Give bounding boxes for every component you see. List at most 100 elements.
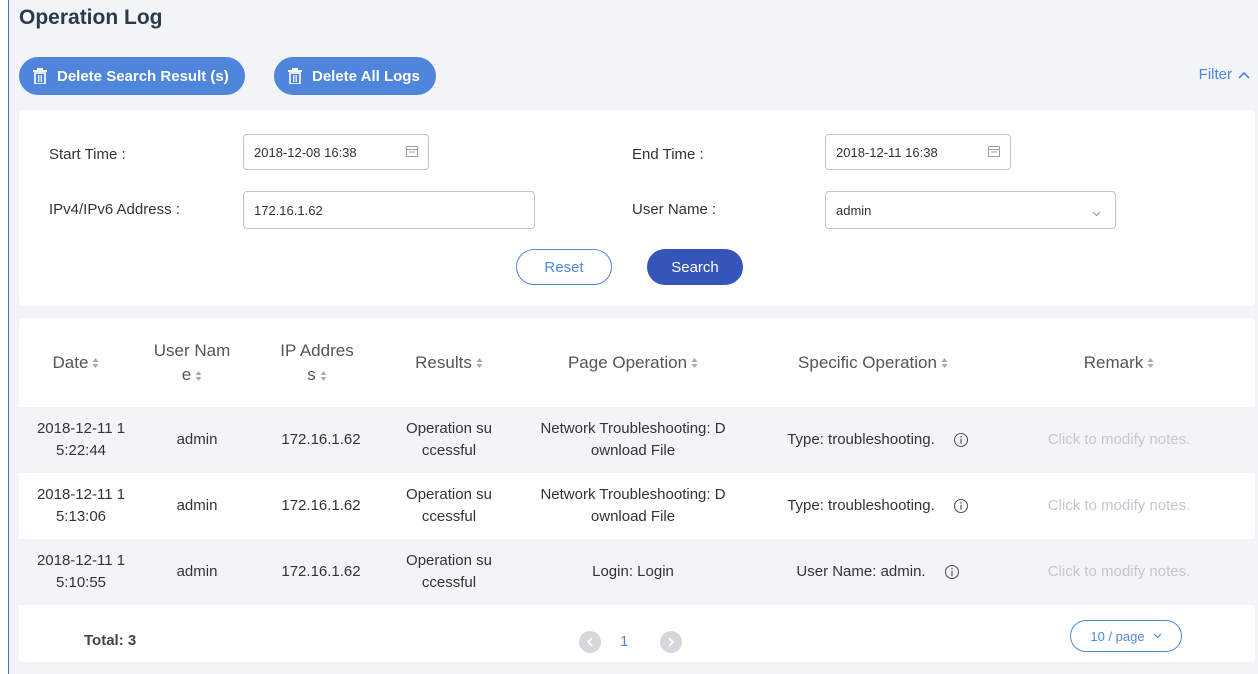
delete-search-result-label: Delete Search Result (s) (57, 67, 229, 85)
filter-toggle[interactable]: Filter (1199, 66, 1250, 83)
column-header-page-operation[interactable]: Page Operation (513, 318, 753, 408)
info-icon[interactable] (953, 498, 969, 514)
calendar-icon (988, 145, 1000, 160)
column-header-ip-line2: s (307, 365, 316, 384)
sort-icon (195, 370, 202, 381)
end-time-value: 2018-12-11 16:38 (836, 144, 938, 160)
prev-page-button[interactable] (579, 631, 601, 653)
column-header-user-name-line1: User Nam (153, 341, 231, 360)
sort-icon (691, 358, 698, 368)
start-time-input[interactable]: 2018-12-08 16:38 (243, 134, 429, 170)
sort-icon (476, 358, 483, 368)
cell-date-line2: 5:13:06 (55, 508, 107, 525)
cell-result-line2: ccessful (421, 442, 477, 459)
cell-page-operation-line1: Login: Login (592, 563, 674, 580)
table-row: 2018-12-11 1 5:10:55 admin 172.16.1.62 Op… (19, 539, 1255, 605)
start-time-label: Start Time : (49, 146, 126, 163)
cell-page-operation: Network Troubleshooting: D ownload File (513, 407, 753, 473)
sort-icon (941, 358, 948, 368)
trash-icon (288, 68, 302, 84)
end-time-label: End Time : (632, 146, 704, 163)
ip-address-label: IPv4/IPv6 Address : (49, 201, 180, 218)
cell-date: 2018-12-11 1 5:13:06 (19, 473, 143, 539)
column-header-remark[interactable]: Remark (1019, 318, 1219, 408)
chevron-left-icon (586, 637, 593, 647)
total-count: Total: 3 (84, 632, 137, 649)
filter-label: Filter (1198, 66, 1232, 83)
user-name-select[interactable]: admin (825, 191, 1116, 229)
page-size-value: 10 / page (1090, 628, 1145, 644)
cell-page-operation: Login: Login (513, 539, 753, 605)
cell-ip: 172.16.1.62 (281, 497, 361, 514)
cell-result-line2: ccessful (421, 508, 477, 525)
cell-date: 2018-12-11 1 5:22:44 (19, 407, 143, 473)
search-button[interactable]: Search (647, 249, 743, 285)
column-header-ip-address[interactable]: IP Addres s (261, 318, 373, 408)
sort-icon (92, 358, 99, 368)
filter-card: Start Time : 2018-12-08 16:38 End Time :… (19, 110, 1255, 306)
column-header-date[interactable]: Date (19, 318, 133, 408)
column-header-page-operation-label: Page Operation (567, 353, 688, 372)
cell-remark[interactable]: Click to modify notes. (1019, 407, 1219, 473)
table-row: 2018-12-11 1 5:13:06 admin 172.16.1.62 Op… (19, 473, 1255, 539)
delete-search-result-button[interactable]: Delete Search Result (s) (19, 57, 245, 95)
cell-user: admin (176, 497, 218, 514)
cell-user: admin (176, 563, 218, 580)
chevron-down-icon (1092, 205, 1101, 220)
cell-user: admin (176, 431, 218, 448)
column-header-specific-operation[interactable]: Specific Operation (763, 318, 983, 408)
sort-icon (1147, 358, 1154, 368)
cell-ip: 172.16.1.62 (281, 563, 361, 580)
cell-date-line2: 5:22:44 (55, 442, 107, 459)
cell-result-line1: Operation su (406, 486, 492, 503)
cell-date-line1: 2018-12-11 1 (36, 420, 126, 437)
ip-address-value: 172.16.1.62 (254, 202, 323, 218)
column-header-remark-label: Remark (1083, 353, 1144, 372)
info-icon[interactable] (953, 432, 969, 448)
delete-all-logs-label: Delete All Logs (312, 67, 420, 85)
start-time-value: 2018-12-08 16:38 (254, 144, 357, 160)
next-page-button[interactable] (660, 631, 682, 653)
page-size-select[interactable]: 10 / page (1070, 620, 1182, 652)
delete-all-logs-button[interactable]: Delete All Logs (274, 57, 436, 95)
cell-specific-operation-text: Type: troubleshooting. (787, 431, 935, 448)
cell-result-line1: Operation su (406, 552, 492, 569)
chevron-up-icon (1238, 66, 1250, 83)
sort-icon (320, 370, 327, 381)
cell-specific-operation: User Name: admin. (763, 539, 993, 605)
chevron-down-icon (1153, 633, 1162, 639)
cell-date-line1: 2018-12-11 1 (36, 552, 126, 569)
trash-icon (33, 68, 47, 84)
cell-ip: 172.16.1.62 (281, 431, 361, 448)
cell-date: 2018-12-11 1 5:10:55 (19, 539, 143, 605)
cell-page-operation-line2: ownload File (590, 442, 676, 459)
column-header-results-label: Results (415, 353, 472, 372)
cell-date-line2: 5:10:55 (55, 574, 107, 591)
reset-button[interactable]: Reset (516, 249, 612, 285)
current-page[interactable]: 1 (620, 633, 628, 650)
chevron-right-icon (668, 637, 675, 647)
cell-remark[interactable]: Click to modify notes. (1019, 539, 1219, 605)
user-name-value: admin (836, 202, 872, 218)
page-title: Operation Log (19, 6, 163, 29)
column-header-ip-line1: IP Addres (280, 341, 354, 360)
column-header-specific-operation-label: Specific Operation (798, 353, 937, 372)
cell-specific-operation: Type: troubleshooting. (763, 473, 993, 539)
info-icon[interactable] (944, 564, 960, 580)
column-header-results[interactable]: Results (389, 318, 509, 408)
cell-page-operation-line1: Network Troubleshooting: D (540, 420, 726, 437)
cell-result-line1: Operation su (406, 420, 492, 437)
cell-result: Operation su ccessful (389, 539, 509, 605)
cell-specific-operation-text: Type: troubleshooting. (787, 497, 935, 514)
column-header-user-name[interactable]: User Nam e (143, 318, 241, 408)
ip-address-input[interactable]: 172.16.1.62 (243, 191, 535, 229)
column-header-date-label: Date (52, 353, 89, 372)
cell-page-operation-line2: ownload File (590, 508, 676, 525)
cell-result: Operation su ccessful (389, 473, 509, 539)
operation-log-panel: Operation Log Delete Search Result (s) D… (8, 0, 1258, 674)
user-name-label: User Name : (632, 201, 717, 218)
end-time-input[interactable]: 2018-12-11 16:38 (825, 134, 1011, 170)
cell-remark[interactable]: Click to modify notes. (1019, 473, 1219, 539)
log-table-card: Date User Nam e IP Addres s Results Page… (19, 318, 1255, 662)
cell-specific-operation-text: User Name: admin. (796, 563, 926, 580)
